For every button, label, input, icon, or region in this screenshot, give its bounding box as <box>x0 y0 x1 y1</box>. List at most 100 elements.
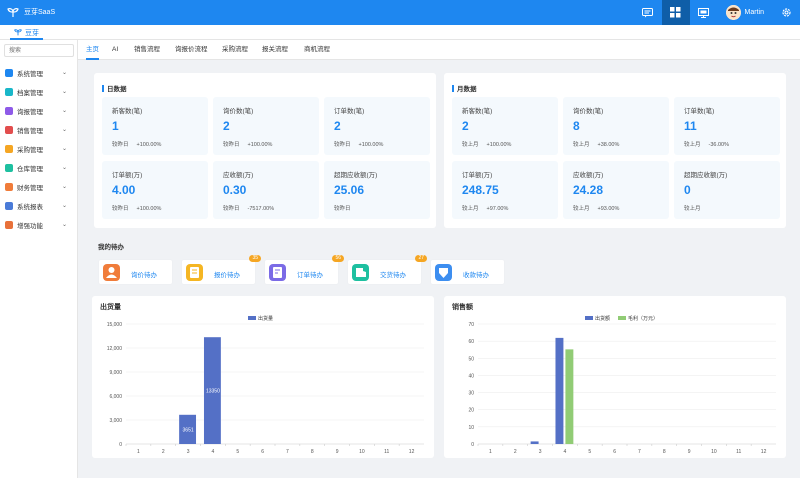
user-menu[interactable]: Martin <box>718 5 772 20</box>
x-tick-label: 11 <box>736 449 741 455</box>
sidebar-item[interactable]: 系统管理 ⌄ <box>0 63 77 82</box>
menu-module-icon <box>5 182 13 191</box>
chevron-down-icon: ⌄ <box>61 70 67 76</box>
x-tick-label: 9 <box>336 449 339 455</box>
todo-label: 交货待办 <box>380 272 406 279</box>
nav-tabs: 主页 AI 销售流程 询报价流程 采购流程 报关流程 商机流程 <box>78 40 800 60</box>
tab-purchase-flow[interactable]: 采购流程 <box>222 40 248 60</box>
todo-item[interactable]: 收款待办 <box>430 259 505 285</box>
y-tick-label: 6,000 <box>109 394 122 400</box>
stat-compare: 较上月 +97.00% <box>462 206 509 212</box>
sidebar-item-label: 询报管理 <box>17 108 43 116</box>
y-tick-label: 9,000 <box>109 370 122 376</box>
stat-label: 订单数(笔) <box>334 108 365 115</box>
stat-compare: 较昨日 +100.00% <box>112 206 162 212</box>
settings-gear-icon[interactable] <box>772 0 800 25</box>
top-bar: 豆芽SaaS Martin <box>0 0 800 25</box>
tab-customs-flow[interactable]: 报关流程 <box>262 40 288 60</box>
sidebar-item-label: 仓库管理 <box>17 165 43 173</box>
todo-item[interactable]: 询价待办 <box>98 259 173 285</box>
x-tick-label: 3 <box>539 449 542 455</box>
sub-bar: 豆芽 <box>0 25 800 40</box>
bar <box>565 349 574 444</box>
stat-card[interactable]: 超期应收额(万) 25.06 较昨日 <box>324 161 430 219</box>
tenant-tab[interactable]: 豆芽 <box>10 27 43 40</box>
chart-title: 出货量 <box>100 302 121 311</box>
sidebar-item-label: 财务管理 <box>17 184 43 192</box>
legend-swatch <box>618 316 626 320</box>
sidebar-item-label: 销售管理 <box>17 127 43 135</box>
stat-card[interactable]: 询价数(笔) 2 较昨日 +100.00% <box>213 97 319 155</box>
sidebar-item[interactable]: 询报管理 ⌄ <box>0 101 77 120</box>
chevron-down-icon: ⌄ <box>61 89 67 95</box>
stat-compare: 较昨日 <box>334 206 351 212</box>
stat-card[interactable]: 新客数(笔) 2 较上月 +100.00% <box>452 97 558 155</box>
sales-chart: 销售额出货额 毛利（万元）0102030405060701 2 3 4 5 6 7 8 9 10 11… <box>451 302 776 455</box>
tab-opportunity-flow[interactable]: 商机流程 <box>304 40 330 60</box>
message-icon[interactable] <box>634 0 662 25</box>
stat-compare: 较昨日 +100.00% <box>334 142 384 148</box>
menu-module-icon <box>5 201 13 210</box>
menu-module-icon <box>5 68 13 77</box>
stat-value: 1 <box>112 119 119 133</box>
dashboard-icon[interactable] <box>661 0 690 25</box>
stat-card[interactable]: 超期应收额(万) 0 较上月 <box>674 161 780 219</box>
brand-logo[interactable]: 豆芽SaaS <box>6 5 55 19</box>
y-tick-label: 70 <box>468 322 474 328</box>
bar <box>555 337 564 444</box>
avatar <box>725 5 741 20</box>
daily-title: 日数据 <box>102 83 127 93</box>
todo-item[interactable]: 报价待办 35 <box>181 255 261 285</box>
x-tick-label: 12 <box>409 449 415 455</box>
todo-item[interactable]: 订单待办 56 <box>264 255 344 285</box>
todo-label: 收款待办 <box>463 272 489 279</box>
stat-card[interactable]: 订单额(万) 248.75 较上月 +97.00% <box>452 161 558 219</box>
tab-ai[interactable]: AI <box>112 40 118 60</box>
chevron-down-icon: ⌄ <box>61 203 67 209</box>
tab-sales-flow[interactable]: 销售流程 <box>134 40 160 60</box>
tab-inquiry-flow[interactable]: 询报价流程 <box>175 40 208 60</box>
sidebar-item[interactable]: 档案管理 ⌄ <box>0 82 77 101</box>
x-tick-label: 8 <box>663 449 666 455</box>
x-tick-label: 6 <box>261 449 264 455</box>
y-tick-label: 15,000 <box>107 322 123 328</box>
stat-value: 25.06 <box>334 183 365 197</box>
shipment-chart: 出货量出货量03,0006,0009,00012,00015,0001 2 3365… <box>100 302 424 455</box>
stat-value: 0 <box>684 183 691 197</box>
stat-card[interactable]: 询价数(笔) 8 较上月 +38.00% <box>563 97 669 155</box>
stat-card[interactable]: 新客数(笔) 1 较昨日 +100.00% <box>102 97 208 155</box>
chevron-down-icon: ⌄ <box>61 165 67 171</box>
sidebar-item[interactable]: 增强功能 ⌄ <box>0 215 77 234</box>
x-tick-label: 5 <box>588 449 591 455</box>
search-input[interactable] <box>4 44 74 57</box>
stat-card[interactable]: 订单额(万) 4.00 较昨日 +100.00% <box>102 161 208 219</box>
stat-label: 应收额(万) <box>223 172 254 179</box>
stat-card[interactable]: 应收额(万) 24.28 较上月 +93.00% <box>563 161 669 219</box>
tab-home[interactable]: 主页 <box>86 40 99 60</box>
stat-card[interactable]: 应收额(万) 0.30 较昨日 -7517.00% <box>213 161 319 219</box>
todo-count-badge: 56 <box>332 255 344 262</box>
x-tick-label: 11 <box>384 449 389 455</box>
chevron-down-icon: ⌄ <box>61 184 67 190</box>
y-tick-label: 20 <box>468 408 474 414</box>
stat-value: 11 <box>684 119 697 133</box>
sidebar-item[interactable]: 销售管理 ⌄ <box>0 120 77 139</box>
stat-value: 24.28 <box>573 183 604 197</box>
x-tick-label: 1 <box>137 449 140 455</box>
tenant-tab-label: 豆芽 <box>25 29 39 37</box>
sidebar-item[interactable]: 财务管理 ⌄ <box>0 177 77 196</box>
stat-compare: 较上月 <box>684 206 701 212</box>
sidebar-item-label: 系统报表 <box>17 203 43 211</box>
x-tick-label: 4 <box>212 449 215 455</box>
todo-item[interactable]: 交货待办 27 <box>347 255 427 285</box>
stat-card[interactable]: 订单数(笔) 11 较上月 -36.00% <box>674 97 780 155</box>
sidebar-item[interactable]: 仓库管理 ⌄ <box>0 158 77 177</box>
monitor-icon[interactable] <box>690 0 718 25</box>
stat-value: 2 <box>334 119 341 133</box>
sidebar-item[interactable]: 采购管理 ⌄ <box>0 139 77 158</box>
stat-card[interactable]: 订单数(笔) 2 较昨日 +100.00% <box>324 97 430 155</box>
x-tick-label: 7 <box>286 449 289 455</box>
sidebar-item[interactable]: 系统报表 ⌄ <box>0 196 77 215</box>
stat-label: 订单额(万) <box>462 172 493 179</box>
brand-name: 豆芽SaaS <box>24 9 56 16</box>
